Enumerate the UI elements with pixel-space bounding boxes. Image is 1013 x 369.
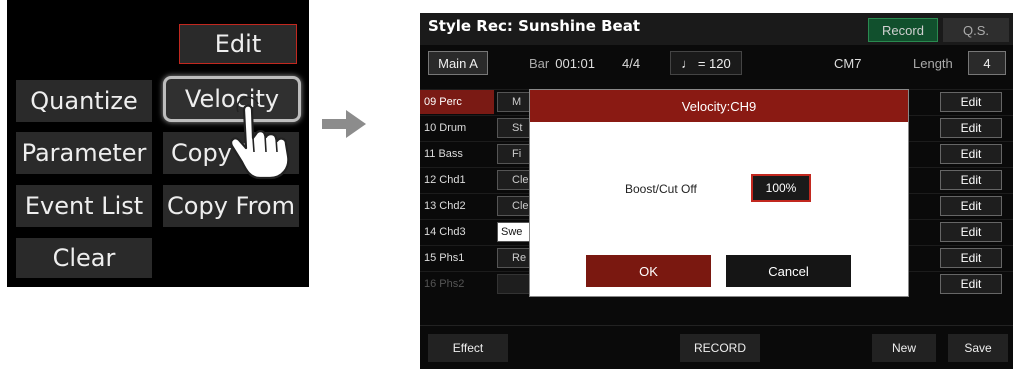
- copy-from-button[interactable]: Copy From: [163, 185, 299, 227]
- track-edit-button[interactable]: Edit: [940, 170, 1002, 190]
- track-name[interactable]: 10 Drum: [420, 116, 494, 140]
- length-value[interactable]: 4: [968, 51, 1006, 75]
- track-name[interactable]: 11 Bass: [420, 142, 494, 166]
- boost-cut-value[interactable]: 100%: [751, 174, 811, 202]
- parameter-button[interactable]: Parameter: [16, 132, 152, 174]
- track-name[interactable]: 14 Chd3: [420, 220, 494, 244]
- track-edit-button[interactable]: Edit: [940, 222, 1002, 242]
- track-edit-button[interactable]: Edit: [940, 248, 1002, 268]
- bar-position: Bar 001:01: [529, 51, 595, 75]
- track-edit-button[interactable]: Edit: [940, 196, 1002, 216]
- time-signature: 4/4: [622, 55, 641, 71]
- track-name[interactable]: 09 Perc: [420, 90, 494, 114]
- screen-title: Style Rec: Sunshine Beat: [428, 17, 641, 35]
- event-list-button[interactable]: Event List: [16, 185, 152, 227]
- bottom-toolbar: Effect RECORD New Save: [420, 325, 1013, 369]
- dialog-title: Velocity:CH9: [530, 90, 908, 122]
- track-edit-button[interactable]: Edit: [940, 274, 1002, 294]
- track-edit-button[interactable]: Edit: [940, 144, 1002, 164]
- ok-button[interactable]: OK: [586, 255, 711, 287]
- length-label: Length: [913, 55, 953, 71]
- tab-record[interactable]: Record: [868, 18, 938, 42]
- track-name[interactable]: 15 Phs1: [420, 246, 494, 270]
- new-button[interactable]: New: [872, 334, 936, 362]
- cancel-button[interactable]: Cancel: [726, 255, 851, 287]
- bar-label: Bar: [529, 55, 550, 71]
- clear-button[interactable]: Clear: [16, 238, 152, 278]
- tempo-display[interactable]: ♩ = 120: [670, 51, 742, 75]
- boost-cut-label: Boost/Cut Off: [625, 182, 697, 196]
- effect-button[interactable]: Effect: [428, 334, 508, 362]
- tab-quick-start[interactable]: Q.S.: [943, 18, 1009, 42]
- style-record-screen: Style Rec: Sunshine Beat Record Q.S. Mai…: [420, 13, 1013, 369]
- chord-display: CM7: [834, 55, 862, 71]
- quantize-button[interactable]: Quantize: [16, 80, 152, 122]
- info-row: Main A Bar 001:01 4/4 ♩ = 120 CM7 Length…: [420, 51, 1013, 79]
- save-button[interactable]: Save: [948, 334, 1008, 362]
- track-name[interactable]: 12 Chd1: [420, 168, 494, 192]
- section-selector[interactable]: Main A: [428, 51, 488, 75]
- track-name[interactable]: 13 Chd2: [420, 194, 494, 218]
- record-button[interactable]: RECORD: [680, 334, 760, 362]
- track-edit-button[interactable]: Edit: [940, 118, 1002, 138]
- pointing-hand-icon: [230, 96, 290, 180]
- edit-button[interactable]: Edit: [179, 24, 297, 64]
- title-bar: Style Rec: Sunshine Beat Record Q.S.: [420, 13, 1013, 45]
- track-edit-button[interactable]: Edit: [940, 92, 1002, 112]
- track-name: 16 Phs2: [424, 278, 465, 290]
- velocity-dialog: Velocity:CH9 Boost/Cut Off 100% OK Cance…: [530, 90, 908, 296]
- right-arrow-icon: [322, 110, 366, 138]
- bar-value: 001:01: [555, 55, 595, 71]
